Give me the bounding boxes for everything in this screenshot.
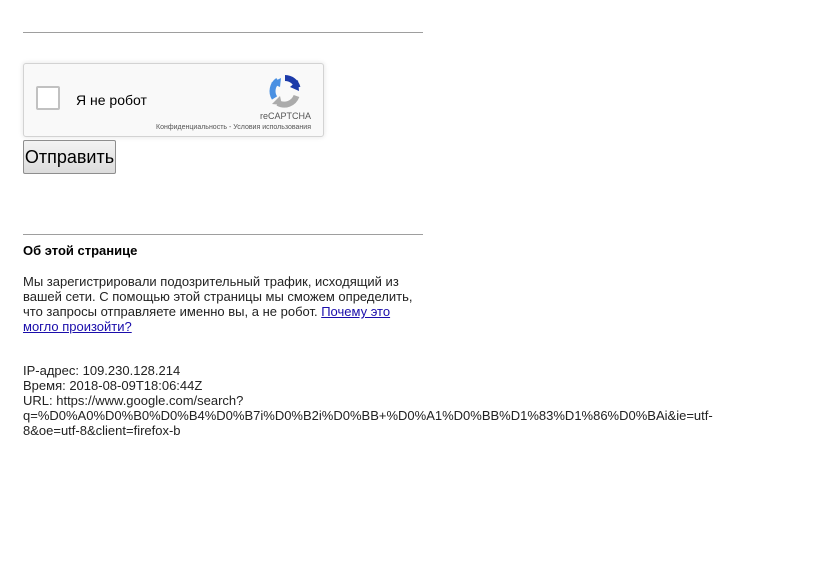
request-info: IP-адрес: 109.230.128.214 Время: 2018-08… bbox=[23, 363, 743, 438]
timestamp: Время: 2018-08-09T18:06:44Z bbox=[23, 378, 203, 393]
recaptcha-checkbox-label: Я не робот bbox=[76, 92, 147, 108]
recaptcha-widget: Я не робот reCAPTCHA Конфиденциальность … bbox=[23, 63, 324, 137]
recaptcha-terms-link[interactable]: Условия использования bbox=[233, 124, 311, 131]
url-line-3: 8&oe=utf-8&client=firefox-b bbox=[23, 423, 181, 438]
url-line-1: URL: https://www.google.com/search? bbox=[23, 393, 244, 408]
ip-address: IP-адрес: 109.230.128.214 bbox=[23, 363, 181, 378]
url-line-2: q=%D0%A0%D0%B0%D0%B4%D0%B7i%D0%B2i%D0%BB… bbox=[23, 408, 713, 423]
recaptcha-links: Конфиденциальность - Условия использован… bbox=[156, 124, 311, 131]
recaptcha-brand: reCAPTCHA bbox=[259, 111, 311, 121]
recaptcha-logo-icon bbox=[269, 75, 301, 108]
about-text: Мы зарегистрировали подозрительный трафи… bbox=[23, 274, 423, 334]
top-divider bbox=[23, 32, 423, 33]
about-title: Об этой странице bbox=[23, 243, 138, 258]
submit-button[interactable]: Отправить bbox=[23, 140, 116, 174]
recaptcha-checkbox[interactable] bbox=[36, 86, 60, 110]
section-divider bbox=[23, 234, 423, 235]
recaptcha-privacy-link[interactable]: Конфиденциальность bbox=[156, 124, 227, 131]
